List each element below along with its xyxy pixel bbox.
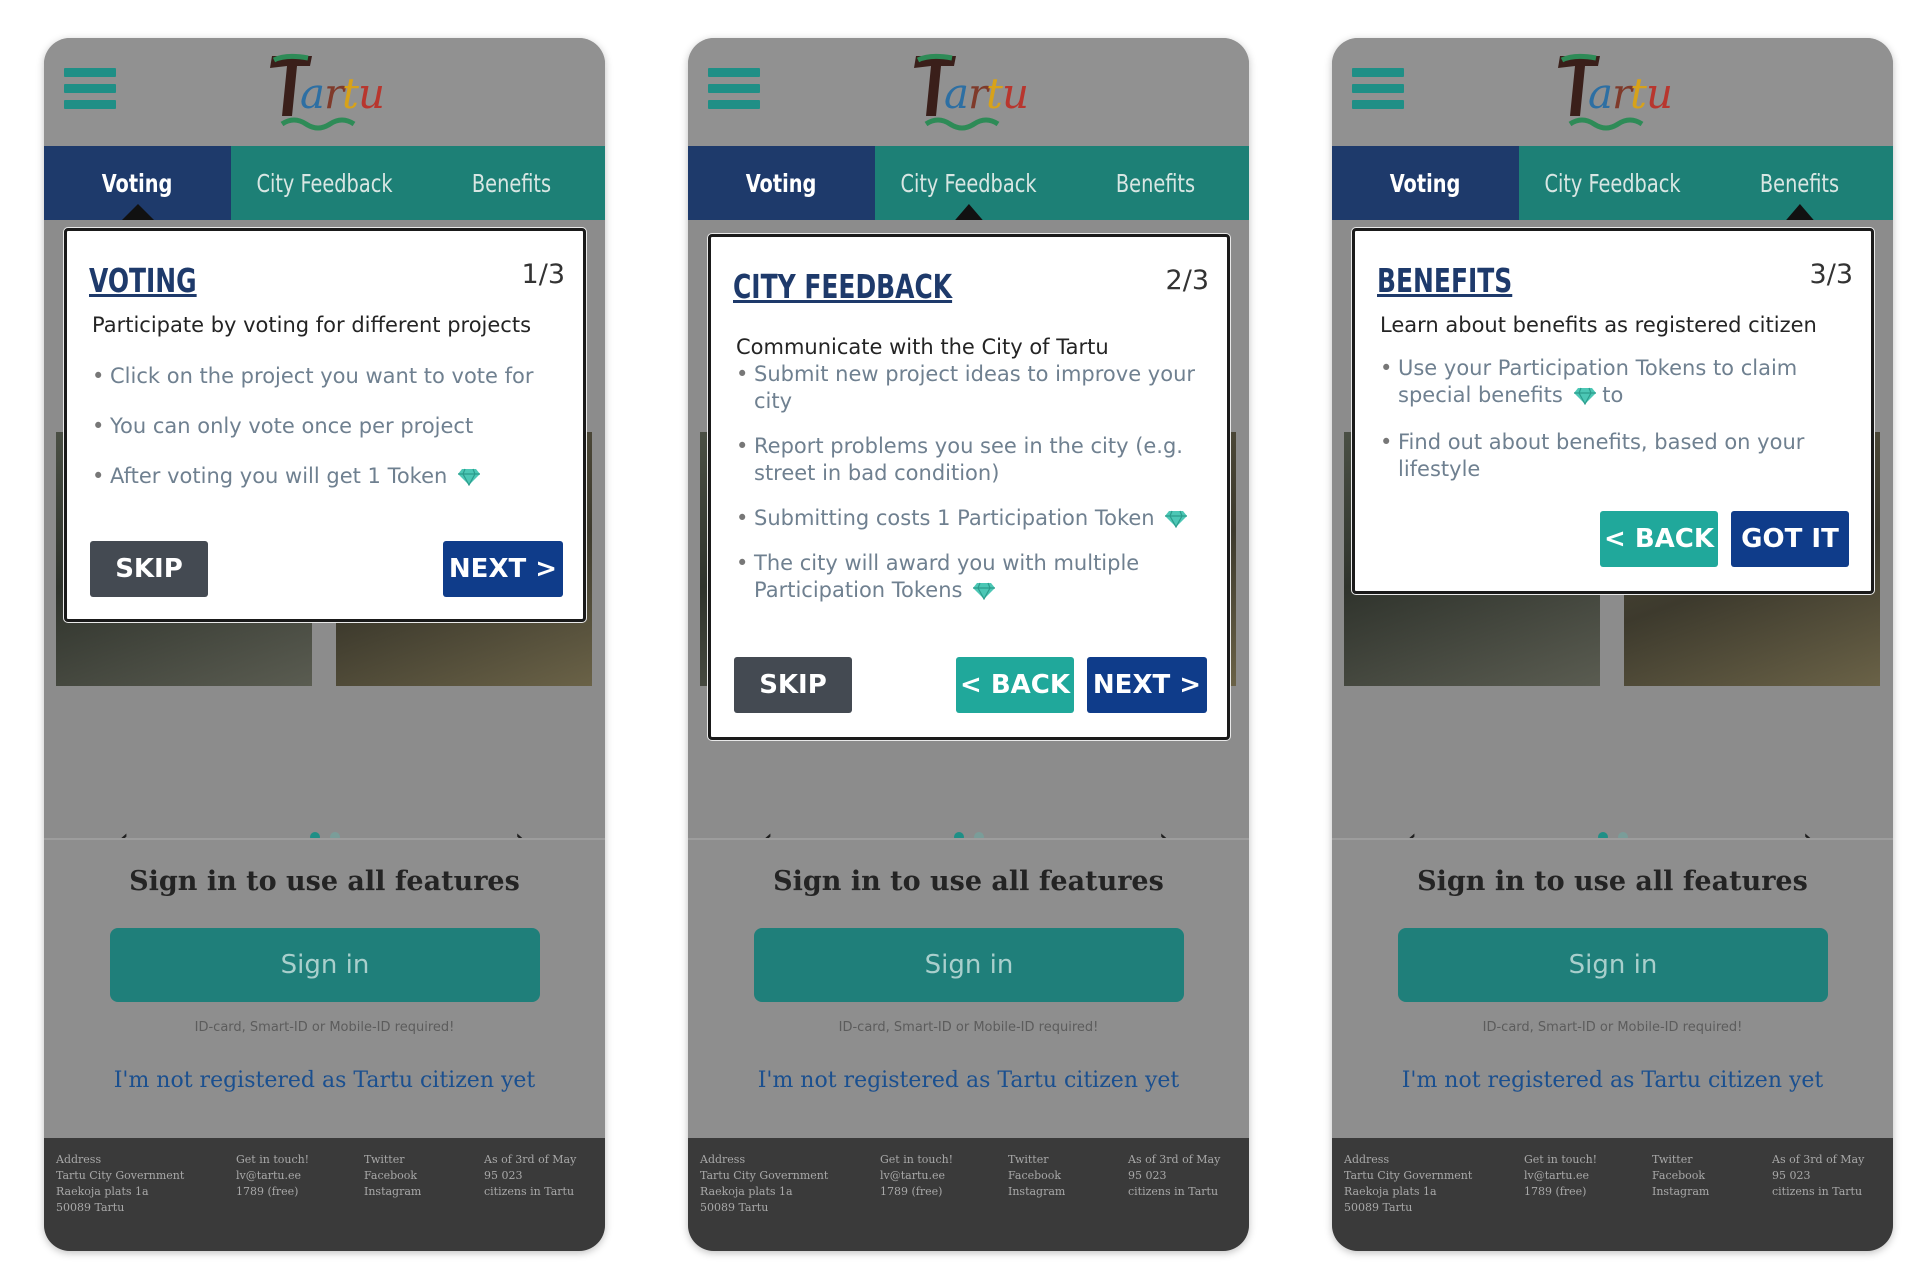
signin-note: ID-card, Smart-ID or Mobile-ID required! — [194, 1020, 455, 1035]
tooltip-intro: Communicate with the City of Tartu — [736, 335, 1109, 359]
tooltip-bullet: Click on the project you want to vote fo… — [92, 363, 562, 390]
next-button[interactable]: NEXT > — [1087, 657, 1207, 713]
tartu-logo[interactable]: a r t u — [254, 50, 394, 136]
footer-social: Twitter Facebook Instagram — [364, 1153, 422, 1198]
phone-screen-voting: a r t u Voting City Feedback Benefits ‹ … — [44, 38, 605, 1251]
svg-text:t: t — [986, 69, 1003, 118]
tooltip-bullet: The city will award you with multiple Pa… — [736, 550, 1196, 604]
top-bar: a r t u — [44, 38, 605, 146]
footer: Address Tartu City Government Raekoja pl… — [688, 1138, 1249, 1251]
back-button[interactable]: < BACK — [956, 657, 1074, 713]
tab-benefits[interactable]: Benefits — [1075, 146, 1236, 220]
footer: Address Tartu City Government Raekoja pl… — [44, 1138, 605, 1251]
token-gem-icon — [1165, 510, 1188, 528]
footer-address: Address Tartu City Government Raekoja pl… — [56, 1153, 185, 1214]
menu-icon[interactable] — [708, 68, 760, 120]
footer-citizens: As of 3rd of May 95 023 citizens in Tart… — [1128, 1153, 1221, 1198]
menu-icon[interactable] — [1352, 68, 1404, 120]
tooltip-bullets: Use your Participation Tokens to claim s… — [1380, 355, 1830, 483]
tooltip-title: CITY FEEDBACK — [733, 267, 953, 306]
tab-bar: Voting City Feedback Benefits — [688, 146, 1249, 222]
back-button[interactable]: < BACK — [1600, 511, 1718, 567]
tooltip-title: BENEFITS — [1377, 261, 1513, 300]
tooltip-intro: Learn about benefits as registered citiz… — [1380, 313, 1817, 337]
svg-text:u: u — [358, 69, 385, 118]
signin-title: Sign in to use all features — [129, 866, 520, 897]
tab-city-feedback[interactable]: City Feedback — [244, 146, 405, 220]
footer-address: Address Tartu City Government Raekoja pl… — [700, 1153, 829, 1214]
tooltip-bullet: Use your Participation Tokens to claim s… — [1380, 355, 1830, 409]
signin-button[interactable]: Sign in — [754, 928, 1184, 1002]
svg-text:a: a — [944, 69, 969, 118]
tab-voting[interactable]: Voting — [1332, 146, 1519, 220]
tab-voting[interactable]: Voting — [688, 146, 875, 220]
footer-contact: Get in touch! lv@tartu.ee 1789 (free) — [1524, 1153, 1598, 1198]
signin-section: Sign in to use all features Sign in ID-c… — [1332, 838, 1893, 1140]
tooltip-bullet: Find out about benefits, based on your l… — [1380, 429, 1830, 483]
tooltip-bullet: Submitting costs 1 Participation Token — [736, 505, 1196, 532]
tab-voting[interactable]: Voting — [44, 146, 231, 222]
footer-social: Twitter Facebook Instagram — [1008, 1153, 1066, 1198]
footer-social: Twitter Facebook Instagram — [1652, 1153, 1710, 1198]
tab-city-feedback[interactable]: City Feedback — [1532, 146, 1693, 220]
tooltip-step: 3/3 — [1809, 259, 1853, 290]
footer-contact: Get in touch! lv@tartu.ee 1789 (free) — [880, 1153, 954, 1198]
tooltip-title: VOTING — [89, 261, 197, 300]
footer-citizens: As of 3rd of May 95 023 citizens in Tart… — [484, 1153, 577, 1198]
footer-citizens: As of 3rd of May 95 023 citizens in Tart… — [1772, 1153, 1865, 1198]
signin-section: Sign in to use all features Sign in ID-c… — [44, 838, 605, 1140]
token-gem-icon — [1573, 387, 1596, 405]
svg-text:t: t — [1630, 69, 1647, 118]
tooltip-step: 1/3 — [521, 259, 565, 290]
tab-benefits[interactable]: Benefits — [1719, 146, 1880, 222]
tab-city-feedback[interactable]: City Feedback — [888, 146, 1049, 222]
signin-note: ID-card, Smart-ID or Mobile-ID required! — [1482, 1020, 1743, 1035]
skip-button[interactable]: SKIP — [90, 541, 208, 597]
tartu-logo[interactable]: a r t u — [1542, 50, 1682, 136]
svg-text:a: a — [300, 69, 325, 118]
onboarding-tooltip-voting: VOTING 1/3 Participate by voting for dif… — [64, 228, 586, 622]
got-it-button[interactable]: GOT IT — [1731, 511, 1849, 567]
tartu-logo[interactable]: a r t u — [898, 50, 1038, 136]
register-link[interactable]: I'm not registered as Tartu citizen yet — [688, 1068, 1249, 1093]
tooltip-bullet: Submit new project ideas to improve your… — [736, 361, 1196, 415]
tooltip-bullets: Click on the project you want to vote fo… — [92, 363, 562, 490]
tooltip-step: 2/3 — [1165, 265, 1209, 296]
tab-bar: Voting City Feedback Benefits — [1332, 146, 1893, 222]
phone-screen-city-feedback: a r t u Voting City Feedback Benefits ‹ … — [688, 38, 1249, 1251]
signin-title: Sign in to use all features — [1417, 866, 1808, 897]
tooltip-intro: Participate by voting for different proj… — [92, 313, 532, 337]
register-link[interactable]: I'm not registered as Tartu citizen yet — [44, 1068, 605, 1093]
svg-text:u: u — [1002, 69, 1029, 118]
tooltip-bullet: After voting you will get 1 Token — [92, 463, 562, 490]
signin-section: Sign in to use all features Sign in ID-c… — [688, 838, 1249, 1140]
svg-text:a: a — [1588, 69, 1613, 118]
footer-contact: Get in touch! lv@tartu.ee 1789 (free) — [236, 1153, 310, 1198]
skip-button[interactable]: SKIP — [734, 657, 852, 713]
token-gem-icon — [458, 468, 481, 486]
register-link[interactable]: I'm not registered as Tartu citizen yet — [1332, 1068, 1893, 1093]
next-button[interactable]: NEXT > — [443, 541, 563, 597]
phone-screen-benefits: a r t u Voting City Feedback Benefits ‹ … — [1332, 38, 1893, 1251]
menu-icon[interactable] — [64, 68, 116, 120]
tooltip-bullet: You can only vote once per project — [92, 413, 562, 440]
signin-note: ID-card, Smart-ID or Mobile-ID required! — [838, 1020, 1099, 1035]
token-gem-icon — [973, 582, 996, 600]
svg-text:u: u — [1646, 69, 1673, 118]
tab-benefits[interactable]: Benefits — [431, 146, 592, 220]
onboarding-tooltip-city-feedback: CITY FEEDBACK 2/3 Communicate with the C… — [708, 234, 1230, 740]
signin-button[interactable]: Sign in — [1398, 928, 1828, 1002]
top-bar: a r t u — [688, 38, 1249, 146]
top-bar: a r t u — [1332, 38, 1893, 146]
svg-text:t: t — [342, 69, 359, 118]
footer-address: Address Tartu City Government Raekoja pl… — [1344, 1153, 1473, 1214]
footer: Address Tartu City Government Raekoja pl… — [1332, 1138, 1893, 1251]
tab-bar: Voting City Feedback Benefits — [44, 146, 605, 222]
signin-button[interactable]: Sign in — [110, 928, 540, 1002]
onboarding-tooltip-benefits: BENEFITS 3/3 Learn about benefits as reg… — [1352, 228, 1874, 594]
tooltip-bullets: Submit new project ideas to improve your… — [736, 361, 1196, 604]
tooltip-bullet: Report problems you see in the city (e.g… — [736, 433, 1196, 487]
signin-title: Sign in to use all features — [773, 866, 1164, 897]
